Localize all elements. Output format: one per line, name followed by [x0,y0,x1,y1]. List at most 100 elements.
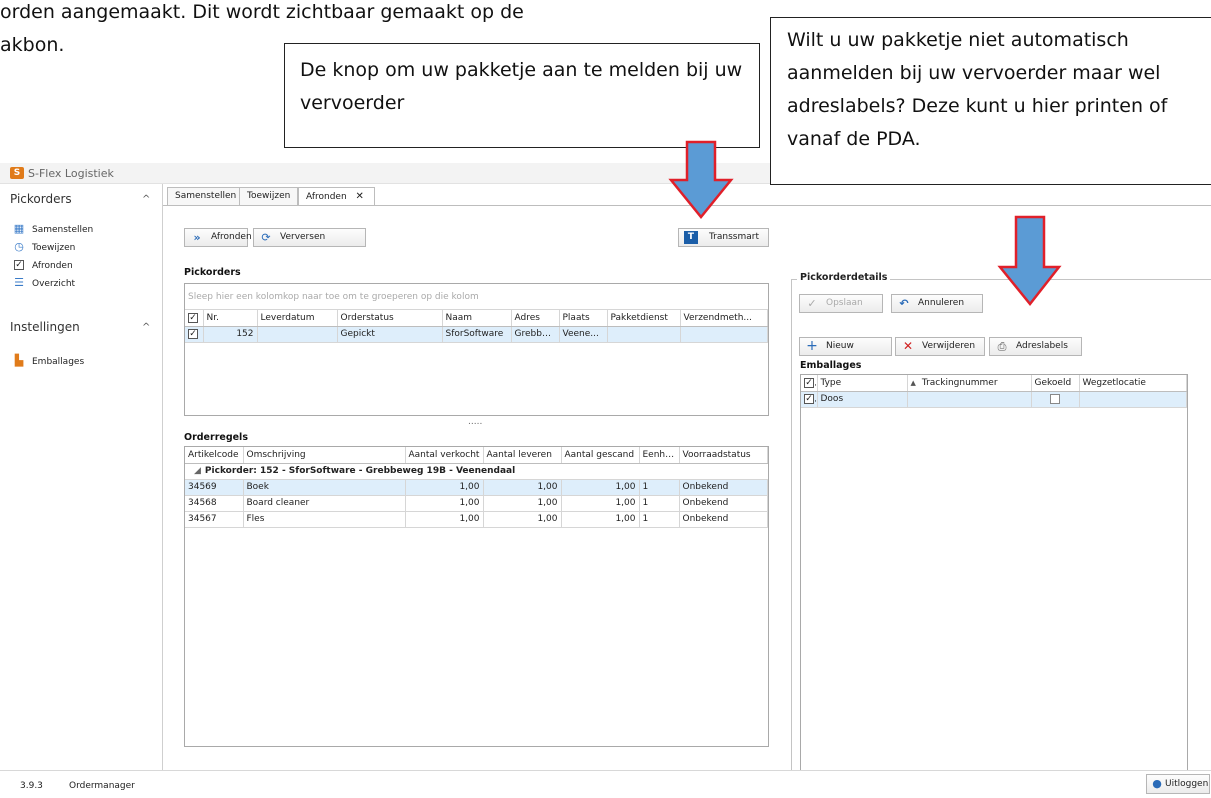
column-header[interactable]: Gekoeld [1031,375,1080,392]
delete-x-icon: ✕ [902,339,914,353]
cell-omschrijving: Boek [243,479,406,496]
tab-afronden[interactable]: Afronden ✕ [298,187,375,206]
callout-adreslabels: Wilt u uw pakketje niet automatisch aanm… [770,17,1211,185]
pickorders-label: Pickorders [184,267,241,278]
column-header[interactable]: Artikelcode [185,447,244,464]
callout-transsmart-text: De knop om uw pakketje aan te melden bij… [300,59,743,114]
group-row-label: Pickorder: 152 - SforSoftware - Grebbewe… [204,466,516,476]
cell-aantal-verkocht: 1,00 [405,479,484,496]
module-label: Ordermanager [69,781,135,791]
table-row[interactable]: 34568 Board cleaner 1,00 1,00 1,00 1 Onb… [185,495,768,512]
row-checkbox[interactable]: ✓ [185,326,204,343]
cell-nr: 152 [203,326,258,343]
transsmart-button[interactable]: T Transsmart [678,228,769,247]
tab-samenstellen[interactable]: Samenstellen [167,187,245,205]
uitloggen-button[interactable]: ● Uitloggen [1146,774,1210,794]
column-header[interactable]: Adres [511,310,560,327]
column-header[interactable]: Orderstatus [337,310,443,327]
gekoeld-checkbox[interactable] [1031,391,1080,408]
sidebar-item-overzicht[interactable]: ☰ Overzicht [12,276,75,289]
sidebar-item-samenstellen[interactable]: ▦ Samenstellen [12,222,93,235]
column-header[interactable]: Leverdatum [257,310,338,327]
column-header[interactable]: Aantal verkocht [405,447,484,464]
cell-eenheid: 1 [639,495,680,512]
column-header[interactable]: Plaats [559,310,608,327]
cell-leverdatum [257,326,338,343]
column-header[interactable]: Type [817,375,908,392]
sidebar-item-label: Samenstellen [32,225,94,235]
table-row[interactable]: 34567 Fles 1,00 1,00 1,00 1 Onbekend [185,511,768,528]
orderregels-grid[interactable]: Artikelcode Omschrijving Aantal verkocht… [184,446,769,747]
column-header[interactable]: Wegzetlocatie [1079,375,1187,392]
cell-artikelcode: 34569 [185,479,244,496]
sidebar-item-toewijzen[interactable]: ◷ Toewijzen [12,240,75,253]
chevron-up-icon[interactable]: ^ [142,322,150,333]
plus-icon: + [806,338,818,354]
cell-artikelcode: 34567 [185,511,244,528]
table-row[interactable]: 34569 Boek 1,00 1,00 1,00 1 Onbekend [185,479,768,496]
column-header[interactable]: Aantal leveren [483,447,562,464]
row-checkbox[interactable]: ✓ [801,391,818,408]
cell-aantal-leveren: 1,00 [483,495,562,512]
splitter-handle[interactable]: ..... [468,417,482,427]
adreslabels-button-label: Adreslabels [1016,341,1068,351]
chevron-up-icon[interactable]: ^ [142,194,150,205]
column-header[interactable]: Omschrijving [243,447,406,464]
table-row[interactable]: ✓ 152 Gepickt SforSoftware Grebbewe... V… [185,326,768,343]
sidebar: Pickorders ^ ▦ Samenstellen ◷ Toewijzen ✓ A… [0,184,162,770]
cell-voorraadstatus: Onbekend [679,495,768,512]
sidebar-item-afronden[interactable]: ✓ Afronden [12,258,73,271]
sidebar-item-emballages[interactable]: ▙ Emballages [12,354,84,367]
sort-ascending-icon: ▲ [910,378,916,387]
column-header[interactable]: ▲ Trackingnummer [907,375,1032,392]
cell-naam: SforSoftware [442,326,512,343]
list-icon: ☰ [14,276,24,289]
column-header[interactable]: Verzendmeth... [680,310,768,327]
group-panel-hint[interactable]: Sleep hier een kolomkop naar toe om te g… [185,284,768,310]
column-header[interactable]: Voorraadstatus [679,447,768,464]
cell-plaats: Veene... [559,326,608,343]
column-header[interactable]: Naam [442,310,512,327]
table-row[interactable]: ✓ Doos [801,391,1187,408]
opslaan-button-label: Opslaan [826,298,863,308]
orderregels-table: Artikelcode Omschrijving Aantal verkocht… [185,447,768,528]
opslaan-button[interactable]: ✓ Opslaan [799,294,883,313]
calendar-icon: ▦ [13,222,25,235]
group-row[interactable]: ◢ Pickorder: 152 - SforSoftware - Grebbew… [185,463,768,480]
sidebar-group-pickorders[interactable]: Pickorders [10,192,72,206]
sidebar-group-instellingen[interactable]: Instellingen [10,320,80,334]
afronden-button[interactable]: » Afronden [184,228,252,247]
close-icon[interactable]: ✕ [356,191,364,202]
emballages-grid[interactable]: ✓ Type ▲ Trackingnummer Gekoeld Wegzetloc… [800,374,1188,781]
cell-aantal-gescand: 1,00 [561,495,640,512]
verwijderen-button[interactable]: ✕ Verwijderen [895,337,985,356]
check-icon: ✓ [14,260,24,270]
select-all-checkbox[interactable]: ✓ [801,375,818,392]
cell-aantal-verkocht: 1,00 [405,511,484,528]
adreslabels-button[interactable]: ⎙ Adreslabels [989,337,1082,356]
column-header[interactable]: Nr. [203,310,258,327]
column-header[interactable]: Eenheid [639,447,680,464]
pickorders-table: ✓ Nr. Leverdatum Orderstatus Naam Adres … [185,310,768,343]
column-header[interactable]: Pakketdienst [607,310,681,327]
annuleren-button[interactable]: ↶ Annuleren [891,294,983,313]
checkmark-icon: ✓ [807,297,817,310]
sidebar-item-label: Overzicht [32,279,76,289]
cell-aantal-verkocht: 1,00 [405,495,484,512]
nieuw-button[interactable]: + Nieuw [799,337,892,356]
pickorderdetails-label: Pickorderdetails [797,272,891,283]
refresh-icon: ⟳ [261,231,271,244]
collapse-triangle-icon[interactable]: ◢ [194,466,201,476]
cell-verzendmethode [680,326,768,343]
pickorders-grid[interactable]: Sleep hier een kolomkop naar toe om te g… [184,283,769,416]
clock-icon: ◷ [14,240,24,253]
tab-toewijzen[interactable]: Toewijzen [239,187,299,205]
verwijderen-button-label: Verwijderen [922,341,976,351]
verversen-button[interactable]: ⟳ Verversen [253,228,366,247]
column-header-label: Trackingnummer [921,377,998,388]
column-header[interactable]: Aantal gescand [561,447,640,464]
cell-orderstatus: Gepickt [337,326,443,343]
cell-aantal-gescand: 1,00 [561,511,640,528]
select-all-checkbox[interactable]: ✓ [185,310,204,327]
cell-voorraadstatus: Onbekend [679,479,768,496]
